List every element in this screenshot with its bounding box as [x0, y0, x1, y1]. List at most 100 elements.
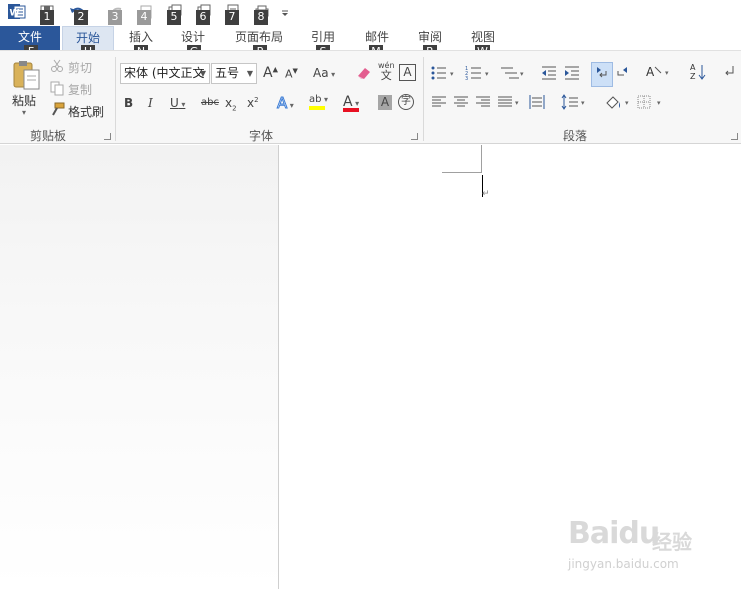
- font-group-label: 字体: [249, 129, 274, 143]
- grow-font-button[interactable]: A▲: [263, 65, 278, 81]
- svg-text:▾: ▾: [520, 70, 524, 78]
- subscript-mark: 2: [232, 104, 237, 113]
- group-divider: [115, 57, 116, 141]
- svg-text:▾: ▾: [665, 69, 669, 77]
- numbering-icon[interactable]: 1 2 3 ▾: [465, 65, 493, 84]
- enclose-characters-label: 字: [401, 96, 411, 107]
- baidu-watermark-url: jingyan.baidu.com: [568, 557, 679, 571]
- align-left-icon[interactable]: [431, 95, 447, 112]
- change-case-label: Aa: [313, 66, 329, 80]
- keytip-6: 6: [196, 10, 210, 25]
- format-painter-icon[interactable]: [49, 102, 65, 121]
- bold-button[interactable]: B: [124, 96, 133, 110]
- paste-icon[interactable]: [12, 59, 42, 94]
- shrink-font-label: A: [285, 67, 293, 81]
- enclose-characters-button[interactable]: 字: [398, 94, 414, 110]
- font-size-value: 五号: [215, 66, 240, 80]
- line-spacing-icon[interactable]: ▾: [561, 94, 589, 113]
- italic-label: I: [148, 96, 153, 110]
- text-effects-label: A: [276, 94, 288, 113]
- chevron-down-icon: ▼: [199, 69, 206, 78]
- svg-text:▾: ▾: [450, 70, 454, 78]
- ribbon-tabs: 文件 开始 插入 设计 页面布局 引用 邮件 审阅 视图 F H N G P S…: [0, 26, 741, 60]
- copy-icon[interactable]: [49, 80, 65, 99]
- paste-button[interactable]: 粘贴: [12, 92, 36, 109]
- character-border-label: A: [403, 65, 412, 79]
- character-shading-label: A: [380, 95, 390, 109]
- keytip-2: 2: [74, 10, 88, 25]
- scissors-icon[interactable]: [49, 58, 65, 77]
- grow-font-label: A: [263, 65, 273, 81]
- svg-text:▾: ▾: [581, 99, 585, 107]
- group-divider: [423, 57, 424, 141]
- strikethrough-button[interactable]: abc: [201, 97, 219, 108]
- font-name-value: 宋体 (中文正文: [124, 66, 205, 80]
- clipboard-launcher-icon[interactable]: [104, 133, 111, 140]
- change-case-button[interactable]: Aa ▾: [313, 66, 335, 80]
- font-size-combo[interactable]: 五号 ▼: [211, 63, 257, 84]
- left-workspace-margin: [0, 145, 278, 589]
- align-center-icon[interactable]: [453, 95, 469, 112]
- bold-label: B: [124, 96, 134, 110]
- sort-label-z: Z: [690, 72, 696, 81]
- shrink-font-button[interactable]: A▼: [285, 67, 298, 81]
- right-to-left-icon[interactable]: [615, 64, 633, 83]
- sort-icon[interactable]: A Z: [689, 62, 707, 85]
- chevron-down-icon: ▼: [246, 69, 253, 78]
- keytip-3: 3: [108, 10, 122, 25]
- borders-icon[interactable]: ▾: [637, 95, 667, 112]
- svg-text:▾: ▾: [515, 99, 519, 107]
- paragraph-group-label: 段落: [563, 129, 588, 143]
- align-right-icon[interactable]: [475, 95, 491, 112]
- phonetic-guide-button[interactable]: wén 文: [378, 61, 395, 81]
- keytip-5: 5: [167, 10, 181, 25]
- increase-indent-icon[interactable]: [563, 65, 581, 84]
- clipboard-group-label: 剪贴板: [30, 129, 67, 143]
- page-left-edge: [278, 145, 279, 589]
- keytip-7: 7: [225, 10, 239, 25]
- distributed-icon[interactable]: [529, 94, 545, 113]
- svg-text:W: W: [10, 9, 20, 19]
- svg-text:▾: ▾: [657, 99, 661, 107]
- clear-formatting-icon[interactable]: [355, 65, 373, 84]
- character-border-button[interactable]: A: [399, 64, 416, 81]
- highlight-color-bar: [309, 106, 325, 110]
- text-effects-button[interactable]: A ▾: [276, 94, 293, 113]
- paste-dropdown-icon[interactable]: ▾: [22, 108, 26, 117]
- character-shading-button[interactable]: A: [378, 95, 392, 110]
- paragraph-mark-icon: ↵: [482, 189, 490, 199]
- strikethrough-label: abc: [201, 97, 219, 108]
- justify-icon[interactable]: ▾: [497, 95, 523, 112]
- shading-icon[interactable]: ▾: [603, 94, 633, 113]
- superscript-mark: 2: [254, 96, 259, 104]
- ribbon-home: 粘贴 ▾ 剪切 复制 格式刷 剪贴板 宋体 (中文正文 ▼ 五号 ▼ A▲ A▼…: [0, 50, 741, 144]
- bullets-icon[interactable]: ▾: [430, 65, 458, 84]
- font-name-combo[interactable]: 宋体 (中文正文 ▼: [120, 63, 210, 84]
- format-painter-button[interactable]: 格式刷: [68, 103, 104, 120]
- superscript-button[interactable]: x2: [247, 96, 259, 110]
- italic-button[interactable]: I: [148, 96, 153, 110]
- margin-corner-mark-vertical: [481, 145, 482, 172]
- phonetic-guide-char: 文: [380, 69, 392, 82]
- subscript-button[interactable]: x2: [225, 96, 237, 112]
- paragraph-launcher-icon[interactable]: [731, 133, 738, 140]
- underline-label: U: [170, 96, 179, 110]
- highlight-button[interactable]: ab ▾: [309, 94, 328, 110]
- customize-qat-icon[interactable]: [280, 3, 298, 21]
- asian-layout-icon[interactable]: A ▾: [645, 64, 673, 83]
- font-color-label: A: [343, 94, 353, 110]
- show-marks-icon[interactable]: [722, 64, 738, 83]
- font-color-button[interactable]: A ▾: [343, 94, 359, 112]
- baidu-watermark-logo: Baidu: [568, 516, 660, 551]
- multilevel-list-icon[interactable]: ▾: [499, 65, 527, 84]
- svg-text:▾: ▾: [625, 99, 629, 107]
- font-launcher-icon[interactable]: [411, 133, 418, 140]
- svg-text:3: 3: [465, 76, 468, 81]
- copy-button[interactable]: 复制: [68, 81, 92, 98]
- keytip-8: 8: [254, 10, 268, 25]
- decrease-indent-icon[interactable]: [540, 65, 558, 84]
- underline-button[interactable]: U ▾: [170, 96, 185, 110]
- left-to-right-icon[interactable]: [591, 62, 613, 87]
- baidu-watermark-text: 经验: [652, 530, 692, 554]
- cut-button[interactable]: 剪切: [68, 59, 92, 76]
